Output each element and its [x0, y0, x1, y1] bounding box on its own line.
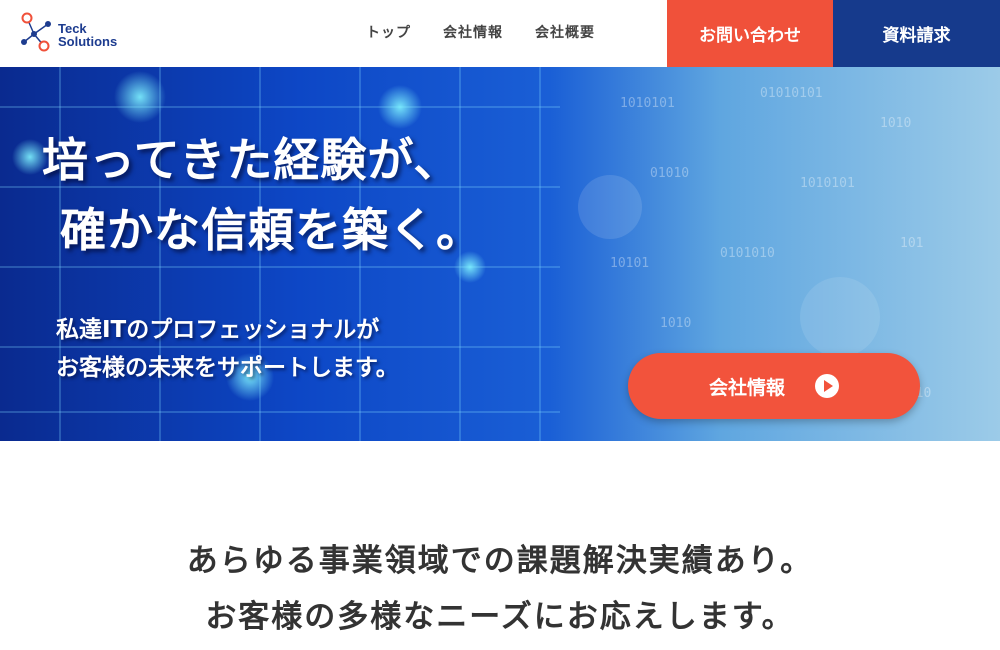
- hero-subtitle: 私達ITのプロフェッショナルが お客様の未来をサポートします。: [56, 311, 399, 387]
- logo-line2: Solutions: [58, 34, 118, 49]
- intro-line1: あらゆる事業領域での課題解決実績あり。: [186, 543, 814, 579]
- svg-text:0101010: 0101010: [720, 246, 775, 261]
- hero-subtitle-line1: 私達ITのプロフェッショナルが: [56, 317, 380, 343]
- hero-subtitle-line2: お客様の未来をサポートします。: [56, 355, 399, 381]
- hero-title-line2: 確かな信頼を築く。: [60, 203, 483, 257]
- hero-title: 培ってきた経験が、 確かな信頼を築く。: [42, 125, 483, 265]
- logo-text: Teck Solutions: [58, 22, 117, 48]
- logo[interactable]: Teck Solutions: [18, 12, 128, 56]
- svg-text:10101: 10101: [610, 256, 649, 271]
- company-info-button-label: 会社情報: [708, 376, 785, 399]
- svg-text:101: 101: [900, 236, 923, 251]
- svg-text:1010: 1010: [880, 116, 911, 131]
- svg-text:1010101: 1010101: [620, 96, 675, 111]
- nav-item-company-overview[interactable]: 会社概要: [535, 22, 595, 42]
- svg-text:01010101: 01010101: [760, 86, 823, 101]
- svg-text:01010: 01010: [650, 166, 689, 181]
- company-info-button[interactable]: 会社情報: [628, 353, 920, 419]
- play-circle-icon: [815, 374, 839, 398]
- hero-title-line1: 培ってきた経験が、: [42, 133, 461, 187]
- logo-icon: [21, 12, 51, 52]
- hero-banner: 1010101 01010101 1010 01010 1010101 1010…: [0, 67, 1000, 441]
- intro-section: あらゆる事業領域での課題解決実績あり。 お客様の多様なニーズにお応えします。: [0, 441, 1000, 645]
- svg-text:1010: 1010: [660, 316, 691, 331]
- request-docs-button[interactable]: 資料請求: [833, 0, 1000, 67]
- nav-item-top[interactable]: トップ: [366, 22, 411, 42]
- nav-item-company-info[interactable]: 会社情報: [443, 22, 503, 42]
- intro-line2: お客様の多様なニーズにお応えします。: [205, 599, 795, 635]
- main-nav: トップ 会社情報 会社概要: [366, 22, 595, 42]
- svg-text:1010101: 1010101: [800, 176, 855, 191]
- contact-button[interactable]: お問い合わせ: [667, 0, 833, 67]
- site-header: Teck Solutions トップ 会社情報 会社概要 お問い合わせ 資料請求: [0, 0, 1000, 67]
